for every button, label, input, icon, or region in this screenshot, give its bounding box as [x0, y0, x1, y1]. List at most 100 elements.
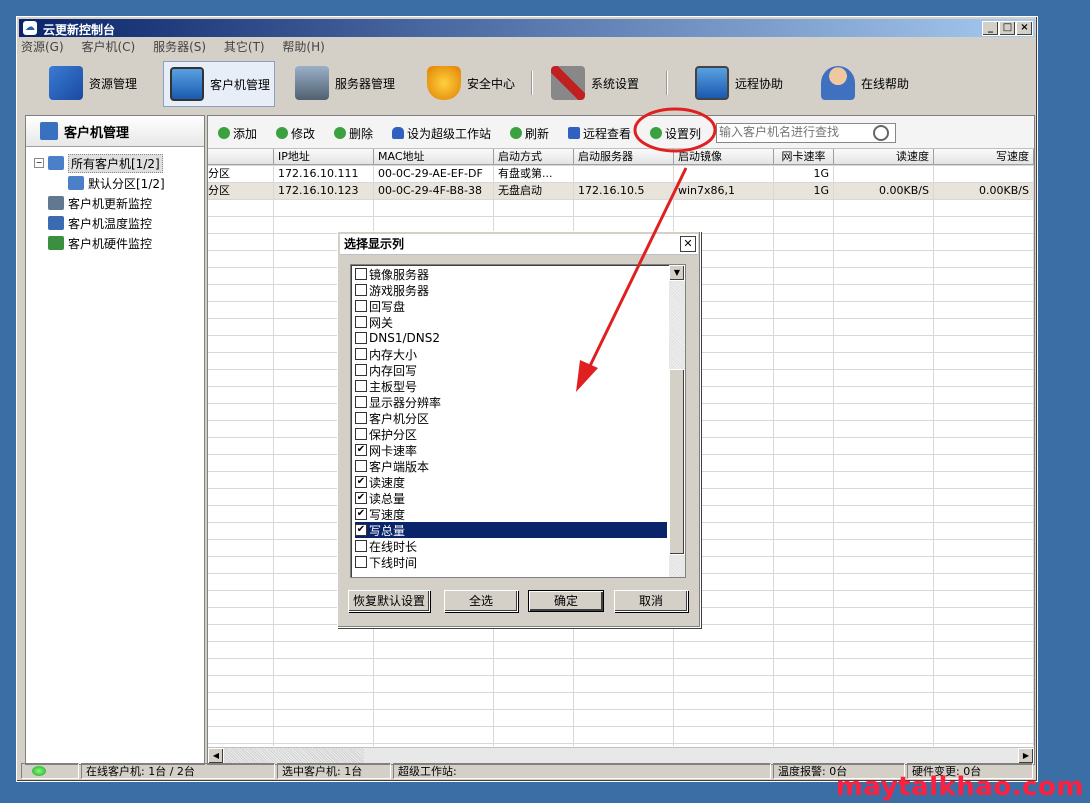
empty-cell	[934, 200, 1034, 216]
col-header-ip[interactable]: IP地址	[274, 149, 374, 165]
refresh-button[interactable]: 刷新	[510, 124, 549, 142]
checkbox-unchecked-icon[interactable]	[355, 300, 367, 312]
edit-button[interactable]: 修改	[276, 124, 315, 142]
search-icon[interactable]	[873, 125, 889, 141]
tree-item-update-monitor[interactable]: 客户机更新监控	[26, 193, 204, 213]
remote-view-button[interactable]: 远程查看	[568, 124, 631, 142]
checkbox-unchecked-icon[interactable]	[355, 556, 367, 568]
checkbox-unchecked-icon[interactable]	[355, 332, 367, 344]
column-option[interactable]: 主板型号	[355, 378, 667, 394]
column-option[interactable]: ✔ 读速度	[355, 474, 667, 490]
col-header-mac[interactable]: MAC地址	[374, 149, 494, 165]
close-button[interactable]: ×	[1016, 21, 1033, 36]
client-tree: − 所有客户机[1/2] 默认分区[1/2] 客户机更新监控 客户机温度监控 客…	[26, 147, 204, 253]
checkbox-checked-icon[interactable]: ✔	[355, 492, 367, 504]
column-option[interactable]: 内存回写	[355, 362, 667, 378]
table-row[interactable]: 默认分区 172.16.10.111 00-0C-29-AE-EF-DF 有盘或…	[208, 166, 1034, 183]
tree-item-default-partition[interactable]: 默认分区[1/2]	[26, 173, 204, 193]
menu-server[interactable]: 服务器(S)	[153, 38, 206, 56]
toolbar-server-manage[interactable]: 服务器管理	[295, 61, 405, 105]
restore-defaults-button[interactable]: 恢复默认设置	[348, 590, 430, 612]
tree-item-temperature-monitor[interactable]: 客户机温度监控	[26, 213, 204, 233]
checkbox-unchecked-icon[interactable]	[355, 380, 367, 392]
column-option[interactable]: 客户机分区	[355, 410, 667, 426]
empty-cell	[834, 693, 934, 709]
client-search-input[interactable]	[717, 124, 869, 140]
checkbox-unchecked-icon[interactable]	[355, 460, 367, 472]
toolbar-online-help[interactable]: 在线帮助	[821, 61, 921, 105]
collapse-icon[interactable]: −	[34, 158, 44, 168]
empty-table-row	[208, 200, 1034, 217]
column-option[interactable]: 内存大小	[355, 346, 667, 362]
cancel-button[interactable]: 取消	[614, 590, 688, 612]
hardware-monitor-icon	[48, 236, 64, 250]
toolbar-security-center[interactable]: 安全中心	[427, 61, 527, 105]
scroll-right-icon[interactable]: ▶	[1018, 748, 1034, 764]
toolbar-client-manage[interactable]: 客户机管理	[163, 61, 275, 107]
table-row[interactable]: 默认分区 172.16.10.123 00-0C-29-4F-B8-38 无盘启…	[208, 183, 1034, 200]
set-columns-button[interactable]: 设置列	[650, 124, 701, 142]
menu-help[interactable]: 帮助(H)	[282, 38, 324, 56]
toolbar-remote-assist[interactable]: 远程协助	[695, 61, 795, 105]
checkbox-unchecked-icon[interactable]	[355, 284, 367, 296]
column-option[interactable]: 显示器分辨率	[355, 394, 667, 410]
column-option[interactable]: DNS1/DNS2	[355, 330, 667, 346]
select-all-button[interactable]: 全选	[444, 590, 518, 612]
set-super-workstation-button[interactable]: 设为超级工作站	[392, 124, 491, 142]
column-option[interactable]: 镜像服务器	[355, 266, 667, 282]
delete-button[interactable]: 删除	[334, 124, 373, 142]
checkbox-unchecked-icon[interactable]	[355, 428, 367, 440]
checkbox-checked-icon[interactable]: ✔	[355, 524, 367, 536]
column-option[interactable]: 下线时间	[355, 554, 667, 570]
column-option[interactable]: 游戏服务器	[355, 282, 667, 298]
checkbox-checked-icon[interactable]: ✔	[355, 508, 367, 520]
tree-item-all-clients[interactable]: − 所有客户机[1/2]	[26, 153, 204, 173]
col-header-boot-mode[interactable]: 启动方式	[494, 149, 574, 165]
empty-cell	[674, 710, 774, 726]
col-header-boot-server[interactable]: 启动服务器	[574, 149, 674, 165]
column-option[interactable]: 回写盘	[355, 298, 667, 314]
column-option[interactable]: 在线时长	[355, 538, 667, 554]
scroll-track[interactable]	[224, 748, 364, 764]
checkbox-unchecked-icon[interactable]	[355, 364, 367, 376]
col-header-read-speed[interactable]: 读速度	[834, 149, 934, 165]
dialog-close-icon[interactable]: ✕	[680, 236, 696, 252]
checkbox-unchecked-icon[interactable]	[355, 412, 367, 424]
checkbox-checked-icon[interactable]: ✔	[355, 444, 367, 456]
column-option[interactable]: ✔ 写速度	[355, 506, 667, 522]
empty-cell	[674, 642, 774, 658]
checkbox-checked-icon[interactable]: ✔	[355, 476, 367, 488]
maximize-button[interactable]: □	[999, 21, 1016, 36]
column-option[interactable]: 网关	[355, 314, 667, 330]
scroll-thumb[interactable]	[669, 369, 685, 555]
col-header-nic-speed[interactable]: 网卡速率	[774, 149, 834, 165]
checkbox-unchecked-icon[interactable]	[355, 396, 367, 408]
col-header-write-speed[interactable]: 写速度	[934, 149, 1034, 165]
toolbar-resource-manage[interactable]: 资源管理	[49, 61, 149, 105]
column-option[interactable]: 保护分区	[355, 426, 667, 442]
empty-cell	[934, 353, 1034, 369]
menu-other[interactable]: 其它(T)	[224, 38, 265, 56]
checkbox-unchecked-icon[interactable]	[355, 540, 367, 552]
col-header-boot-image[interactable]: 启动镜像	[674, 149, 774, 165]
add-button[interactable]: 添加	[218, 124, 257, 142]
menu-resources[interactable]: 资源(G)	[21, 38, 64, 56]
tree-item-hardware-monitor[interactable]: 客户机硬件监控	[26, 233, 204, 253]
scroll-left-icon[interactable]: ◀	[208, 748, 224, 764]
checklist-scrollbar[interactable]: ▲ ▼	[669, 265, 685, 577]
checkbox-unchecked-icon[interactable]	[355, 268, 367, 280]
checkbox-unchecked-icon[interactable]	[355, 316, 367, 328]
column-option[interactable]: ✔ 读总量	[355, 490, 667, 506]
col-header-zone[interactable]: 区域	[208, 149, 274, 165]
toolbar-system-settings[interactable]: 系统设置	[551, 61, 651, 105]
empty-cell	[208, 608, 274, 624]
menu-client[interactable]: 客户机(C)	[82, 38, 136, 56]
column-option[interactable]: 客户端版本	[355, 458, 667, 474]
ok-button[interactable]: 确定	[528, 590, 604, 612]
scroll-down-icon[interactable]: ▼	[669, 265, 685, 281]
minimize-button[interactable]: _	[982, 21, 999, 36]
checkbox-unchecked-icon[interactable]	[355, 348, 367, 360]
horizontal-scrollbar[interactable]: ◀ ▶	[208, 747, 1034, 764]
column-option[interactable]: ✔ 网卡速率	[355, 442, 667, 458]
column-option[interactable]: ✔ 写总量	[355, 522, 667, 538]
